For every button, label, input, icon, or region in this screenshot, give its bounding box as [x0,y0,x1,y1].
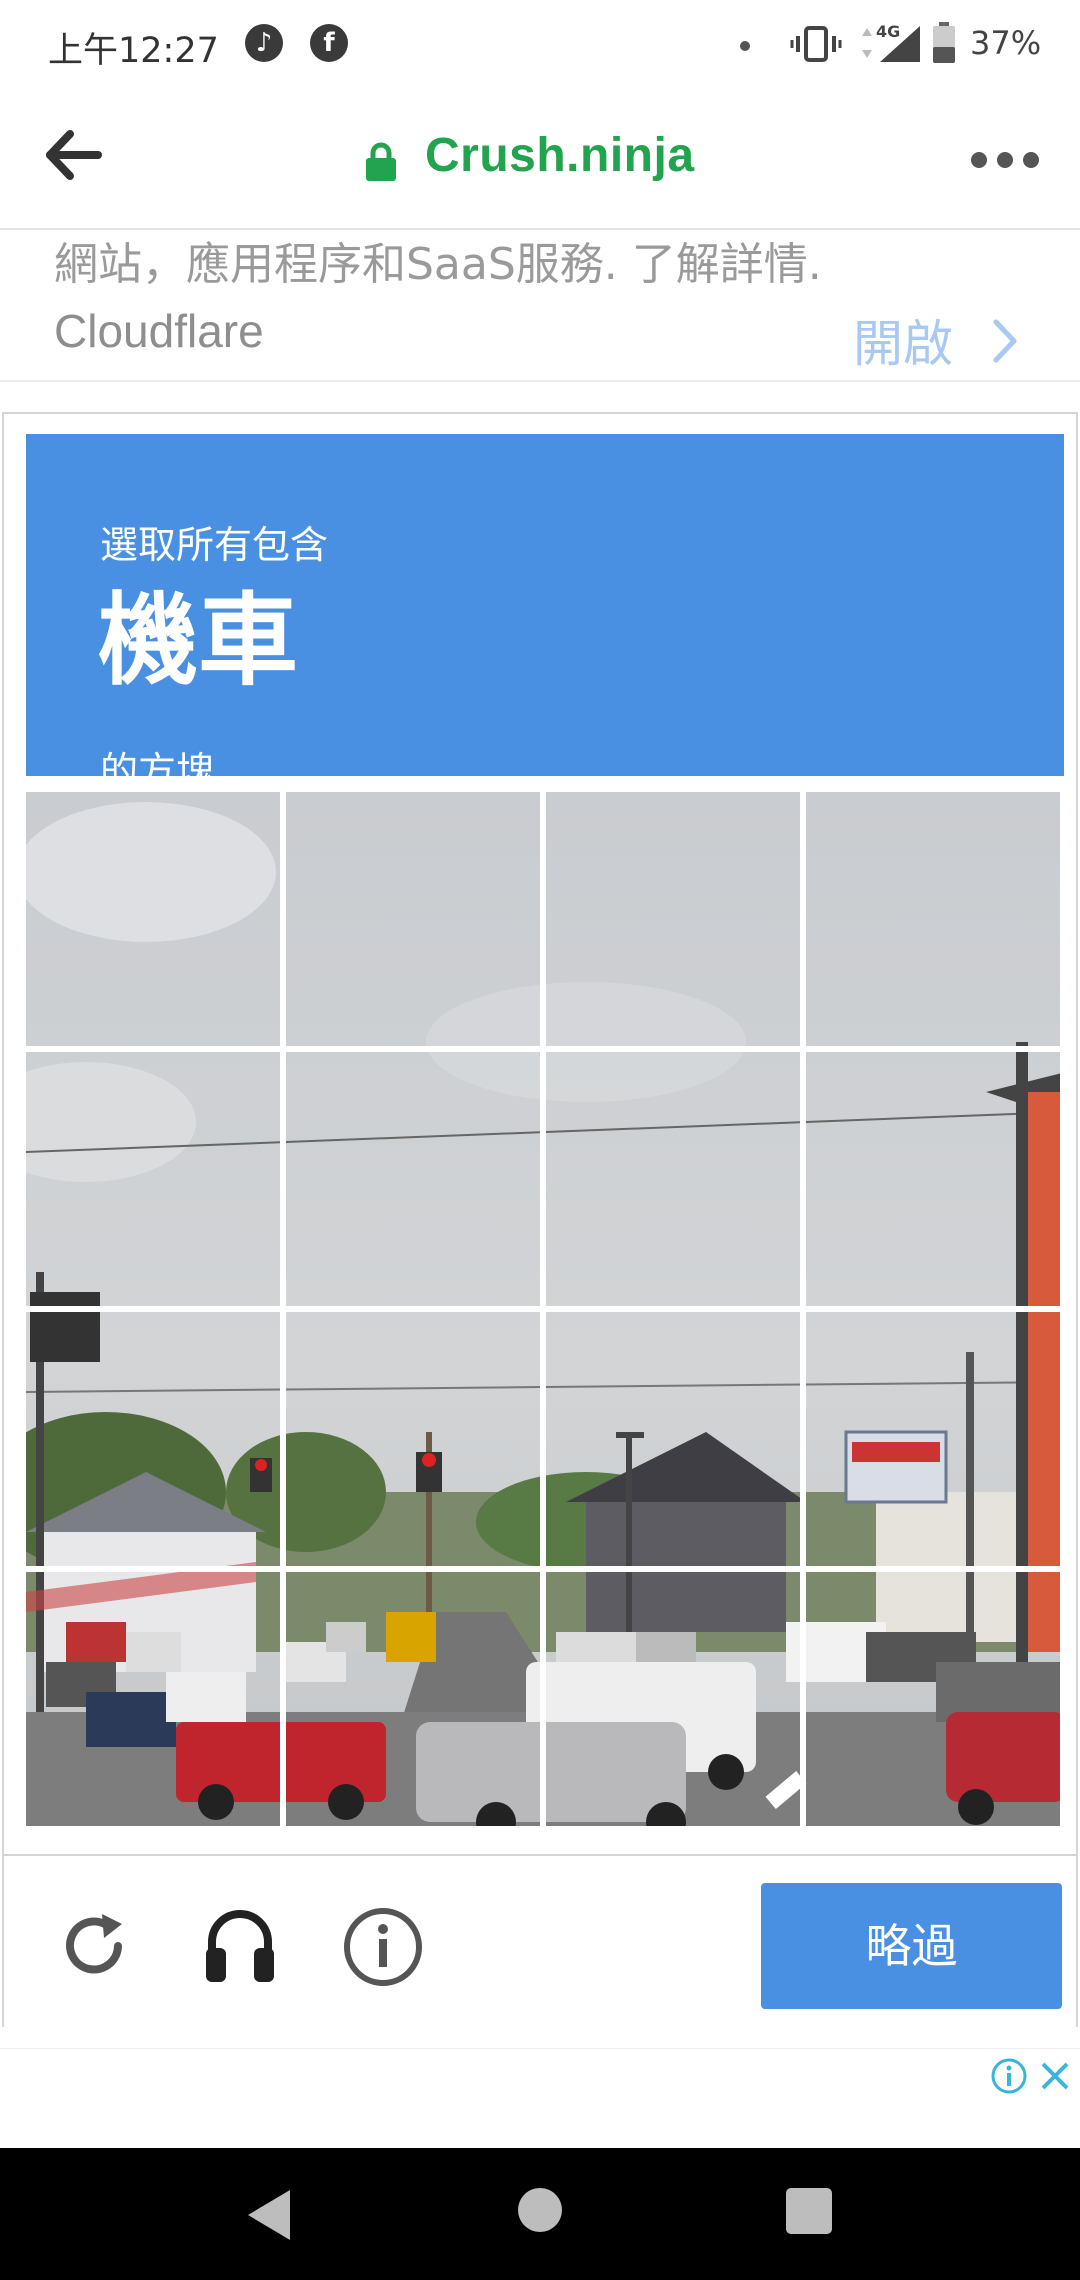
chevron-right-icon[interactable] [990,316,1020,366]
captcha-tile[interactable] [806,792,1060,1046]
nav-back-icon[interactable] [244,2186,294,2244]
skip-button[interactable]: 略過 [761,1883,1062,2009]
promo-open-link[interactable]: 開啟 [853,304,953,376]
captcha-tile[interactable] [286,1312,540,1566]
music-note-icon: ♪ [245,24,283,62]
info-icon[interactable] [342,1906,424,1988]
ad-banner [0,2048,1080,2148]
promo-description: 網站，應用程序和SaaS服務. 了解詳情. [54,239,822,290]
street-scene-image [26,792,280,1046]
reload-icon[interactable] [56,1908,132,1984]
signal-icon [862,26,920,62]
captcha-tile[interactable] [806,1572,1060,1826]
lock-icon [366,142,396,181]
notification-dot-icon [740,41,750,51]
facebook-icon: f [310,24,348,62]
street-scene-image [286,1312,540,1566]
captcha-tile[interactable] [546,1312,800,1566]
street-scene-image [546,1052,800,1306]
captcha-tile[interactable] [286,1572,540,1826]
battery-percent: 37% [970,24,1042,62]
cloudflare-promo: 網站，應用程序和SaaS服務. 了解詳情. Cloudflare 開啟 [0,230,1080,382]
ad-info-icon[interactable] [990,2057,1028,2095]
promo-brand: Cloudflare [54,305,264,357]
street-scene-image [806,792,1060,1046]
street-scene-image [26,1312,280,1566]
captcha-challenge: 選取所有包含 機車 的方塊 略過 [2,412,1078,2027]
captcha-tile[interactable] [546,1572,800,1826]
captcha-tile[interactable] [806,1052,1060,1306]
status-bar: 上午12:27 ♪ f 4G 37% [0,0,1080,90]
street-scene-image [806,1572,1060,1826]
captcha-tile[interactable] [806,1312,1060,1566]
target-object-label: 機車 [98,582,298,699]
captcha-footer: 略過 [4,1854,1076,2027]
instruction-prefix: 選取所有包含 [100,523,329,567]
captcha-tile[interactable] [26,1572,280,1826]
battery-icon [933,22,955,63]
instruction-suffix: 的方塊 [100,749,215,776]
street-scene-image [26,1052,280,1306]
browser-address-bar: Crush.ninja [0,90,1080,230]
captcha-tile[interactable] [286,792,540,1046]
captcha-tile[interactable] [286,1052,540,1306]
captcha-tile[interactable] [26,1312,280,1566]
nav-home-icon[interactable] [518,2188,562,2232]
street-scene-image [26,1572,280,1826]
captcha-tile-grid [26,792,1066,1832]
arrow-left-icon[interactable] [40,120,110,190]
system-navigation-bar [0,2148,1080,2280]
vibrate-icon [790,26,842,62]
street-scene-image [286,1052,540,1306]
site-domain[interactable]: Crush.ninja [425,128,695,183]
headphones-icon[interactable] [200,1904,280,1986]
status-time: 上午12:27 [48,31,219,71]
street-scene-image [546,1312,800,1566]
captcha-tile[interactable] [26,792,280,1046]
street-scene-image [286,792,540,1046]
street-scene-image [546,792,800,1046]
close-icon[interactable] [1038,2059,1072,2093]
street-scene-image [286,1572,540,1826]
captcha-tile[interactable] [26,1052,280,1306]
more-horizontal-icon[interactable] [965,130,1045,190]
nav-recents-icon[interactable] [786,2188,832,2234]
street-scene-image [546,1572,800,1826]
street-scene-image [806,1052,1060,1306]
captcha-tile[interactable] [546,1052,800,1306]
captcha-tile[interactable] [546,792,800,1046]
captcha-header: 選取所有包含 機車 的方塊 [26,434,1064,776]
street-scene-image [806,1312,1060,1566]
